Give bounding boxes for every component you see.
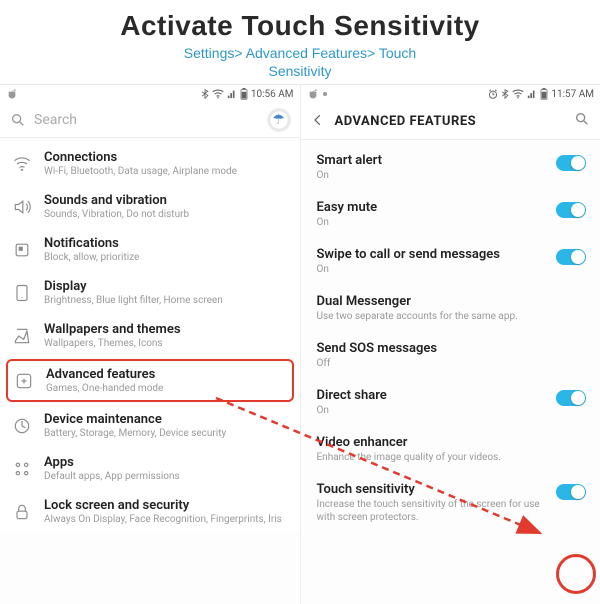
feature-sub: On (317, 216, 547, 229)
feature-row[interactable]: Easy muteOn (301, 191, 600, 238)
wifi-icon (212, 89, 224, 99)
dot-icon (323, 92, 327, 96)
toggle-switch[interactable] (556, 155, 586, 171)
settings-row-sub: Sounds, Vibration, Do not disturb (44, 209, 288, 220)
settings-list: ConnectionsWi-Fi, Bluetooth, Data usage,… (0, 138, 300, 537)
feature-label: Dual Messenger (317, 294, 587, 309)
settings-row-maintenance[interactable]: Device maintenanceBattery, Storage, Memo… (0, 404, 300, 447)
connections-icon (12, 154, 32, 174)
screen-title: ADVANCED FEATURES (335, 114, 565, 129)
feature-row[interactable]: Swipe to call or send messagesOn (301, 238, 600, 285)
signal-icon (227, 89, 237, 99)
battery-icon (540, 88, 548, 100)
settings-row-sub: Brightness, Blue light filter, Home scre… (44, 295, 288, 306)
settings-row-label: Sounds and vibration (44, 193, 288, 208)
settings-row-sub: Games, One-handed mode (46, 383, 286, 394)
settings-row-label: Connections (44, 150, 288, 165)
feature-row[interactable]: Touch sensitivityIncrease the touch sens… (301, 473, 600, 533)
settings-row-sound[interactable]: Sounds and vibrationSounds, Vibration, D… (0, 185, 300, 228)
search-bar[interactable]: Search ☂ (0, 103, 300, 138)
panes: 10:56 AM Search ☂ ConnectionsWi-Fi, Blue… (0, 84, 600, 604)
advanced-features-pane: 11:57 AM ADVANCED FEATURES Smart alertOn… (300, 84, 600, 604)
settings-row-label: Apps (44, 455, 288, 470)
wifi-icon (512, 89, 524, 99)
display-icon (12, 283, 32, 303)
settings-pane: 10:56 AM Search ☂ ConnectionsWi-Fi, Blue… (0, 84, 300, 604)
feature-row[interactable]: Dual MessengerUse two separate accounts … (301, 285, 600, 332)
notifications-icon (12, 240, 32, 260)
reddit-icon (307, 88, 319, 100)
search-placeholder: Search (34, 112, 260, 128)
feature-label: Video enhancer (317, 435, 587, 450)
bluetooth-icon (201, 89, 209, 99)
page-header: Activate Touch Sensitivity Settings> Adv… (0, 0, 600, 84)
settings-row-sub: Default apps, App permissions (44, 471, 288, 482)
apps-icon (12, 459, 32, 479)
maintenance-icon (12, 416, 32, 436)
feature-sub: Increase the touch sensitivity of the sc… (317, 498, 547, 524)
feature-label: Smart alert (317, 153, 547, 168)
settings-row-lock[interactable]: Lock screen and securityAlways On Displa… (0, 490, 300, 533)
alarm-icon (488, 89, 498, 99)
breadcrumb: Settings> Advanced Features> Touch Sensi… (0, 44, 600, 80)
settings-row-sub: Battery, Storage, Memory, Device securit… (44, 428, 288, 439)
back-button[interactable] (311, 112, 325, 131)
settings-row-apps[interactable]: AppsDefault apps, App permissions (0, 447, 300, 490)
settings-row-label: Display (44, 279, 288, 294)
settings-row-display[interactable]: DisplayBrightness, Blue light filter, Ho… (0, 271, 300, 314)
toggle-switch[interactable] (556, 202, 586, 218)
search-icon[interactable] (574, 111, 590, 131)
status-time: 10:56 AM (251, 89, 294, 100)
title-bar: ADVANCED FEATURES (301, 103, 600, 140)
bluetooth-icon (501, 89, 509, 99)
toggle-switch[interactable] (556, 249, 586, 265)
advanced-icon (14, 371, 34, 391)
settings-row-label: Wallpapers and themes (44, 322, 288, 337)
settings-row-sub: Wi-Fi, Bluetooth, Data usage, Airplane m… (44, 166, 288, 177)
toggle-switch[interactable] (556, 484, 586, 500)
feature-sub: On (317, 263, 547, 276)
sound-icon (12, 197, 32, 217)
feature-sub: Use two separate accounts for the same a… (317, 310, 587, 323)
settings-row-sub: Always On Display, Face Recognition, Fin… (44, 514, 288, 525)
status-time: 11:57 AM (551, 89, 594, 100)
lock-icon (12, 502, 32, 522)
feature-sub: Enhance the image quality of your videos… (317, 451, 587, 464)
feature-label: Direct share (317, 388, 547, 403)
feature-sub: On (317, 169, 547, 182)
feature-row[interactable]: Direct shareOn (301, 379, 600, 426)
avatar[interactable]: ☂ (268, 109, 290, 131)
status-bar: 11:57 AM (301, 85, 600, 103)
feature-label: Easy mute (317, 200, 547, 215)
settings-row-label: Advanced features (46, 367, 286, 382)
feature-label: Touch sensitivity (317, 482, 547, 497)
callout-ring (556, 554, 596, 594)
battery-icon (240, 88, 248, 100)
settings-row-label: Device maintenance (44, 412, 288, 427)
settings-row-label: Notifications (44, 236, 288, 251)
search-icon (10, 112, 26, 128)
reddit-icon (6, 88, 18, 100)
status-bar: 10:56 AM (0, 85, 300, 103)
feature-sub: On (317, 404, 547, 417)
toggle-switch[interactable] (556, 390, 586, 406)
signal-icon (527, 89, 537, 99)
settings-row-sub: Block, allow, prioritize (44, 252, 288, 263)
settings-row-notifications[interactable]: NotificationsBlock, allow, prioritize (0, 228, 300, 271)
feature-label: Send SOS messages (317, 341, 587, 356)
feature-row[interactable]: Video enhancerEnhance the image quality … (301, 426, 600, 473)
settings-row-sub: Wallpapers, Themes, Icons (44, 338, 288, 349)
settings-row-wallpapers[interactable]: Wallpapers and themesWallpapers, Themes,… (0, 314, 300, 357)
page-title: Activate Touch Sensitivity (0, 10, 600, 42)
settings-row-connections[interactable]: ConnectionsWi-Fi, Bluetooth, Data usage,… (0, 142, 300, 185)
feature-list: Smart alertOnEasy muteOnSwipe to call or… (301, 140, 600, 533)
settings-row-advanced[interactable]: Advanced featuresGames, One-handed mode (6, 359, 294, 402)
settings-row-label: Lock screen and security (44, 498, 288, 513)
feature-row[interactable]: Smart alertOn (301, 144, 600, 191)
wallpapers-icon (12, 326, 32, 346)
feature-row[interactable]: Send SOS messagesOff (301, 332, 600, 379)
umbrella-icon: ☂ (272, 113, 285, 127)
feature-label: Swipe to call or send messages (317, 247, 547, 262)
feature-sub: Off (317, 357, 587, 370)
